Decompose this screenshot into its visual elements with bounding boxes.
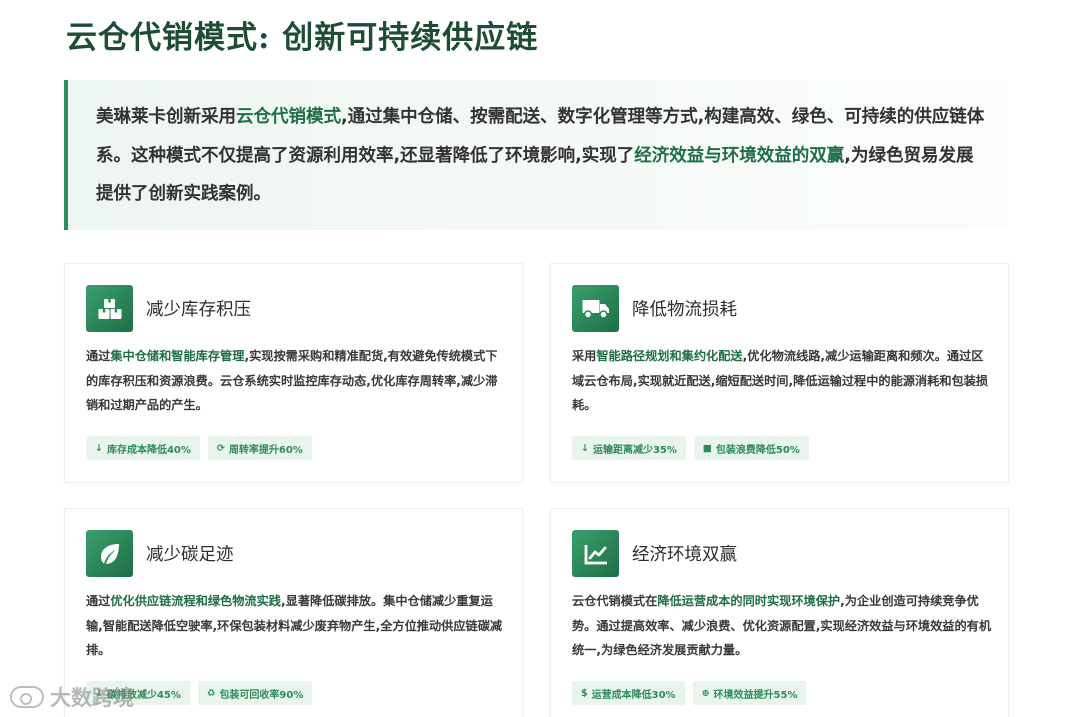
card-description: 云仓代销模式在降低运营成本的同时实现环境保护,为企业创造可持续竞争优势。通过提高…	[572, 589, 994, 663]
feature-card-logistics: 降低物流损耗 采用智能路径规划和集约化配送,优化物流线路,减少运输距离和频次。通…	[550, 263, 1009, 483]
card-description: 通过集中仓储和智能库存管理,实现按需采购和精准配货,有效避免传统模式下的库存积压…	[86, 344, 508, 418]
card-text: 通过	[86, 594, 111, 608]
page: 云仓代销模式: 创新可持续供应链 美琳莱卡创新采用云仓代销模式,通过集中仓储、按…	[0, 0, 1068, 717]
card-text: 云仓代销模式在	[572, 594, 658, 608]
card-text: 采用	[572, 349, 597, 363]
leaf-icon	[86, 530, 133, 577]
metric-tag: $ 运营成本降低30%	[572, 681, 685, 705]
box-icon: ■	[702, 442, 712, 454]
metric-tag: ⟳ 周转率提升60%	[207, 436, 312, 460]
page-title: 云仓代销模式: 创新可持续供应链	[66, 20, 539, 56]
chart-line-icon	[572, 530, 619, 577]
truck-icon	[572, 285, 619, 332]
card-tags: $ 运营成本降低30% ⊕ 环境效益提升55%	[572, 681, 807, 705]
metric-tag: ↓ 库存成本降低40%	[86, 436, 200, 460]
sync-icon: ⟳	[216, 442, 225, 454]
metric-tag-label: 包装浪费降低50%	[715, 444, 800, 456]
arrow-down-icon: ↓	[581, 442, 589, 454]
metric-tag: ⊕ 环境效益提升55%	[692, 681, 807, 705]
feature-card-inventory: 减少库存积压 通过集中仓储和智能库存管理,实现按需采购和精准配货,有效避免传统模…	[64, 263, 523, 483]
card-tags: ↓ 库存成本降低40% ⟳ 周转率提升60%	[86, 436, 312, 460]
dollar-icon: $	[581, 687, 588, 699]
card-highlight: 优化供应链流程和绿色物流实践	[110, 594, 281, 608]
card-title: 减少库存积压	[146, 300, 251, 320]
metric-tag-label: 周转率提升60%	[228, 444, 303, 456]
watermark-text: 大数跨境	[50, 686, 134, 710]
metric-tag-label: 运输距离减少35%	[592, 444, 677, 456]
metric-tag-label: 包装可回收率90%	[219, 689, 304, 701]
feature-card-win-win: 经济环境双赢 云仓代销模式在降低运营成本的同时实现环境保护,为企业创造可持续竞争…	[550, 508, 1009, 717]
metric-tag-label: 运营成本降低30%	[591, 689, 676, 701]
intro-text: 美琳莱卡创新采用	[96, 107, 236, 127]
metric-tag: ♻ 包装可回收率90%	[197, 681, 313, 705]
metric-tag: ↓ 运输距离减少35%	[572, 436, 686, 460]
card-highlight: 集中仓储和智能库存管理	[110, 349, 245, 363]
intro-highlight: 云仓代销模式	[236, 107, 341, 127]
metric-tag-label: 库存成本降低40%	[106, 444, 191, 456]
card-highlight: 降低运营成本的同时实现环境保护	[657, 594, 841, 608]
intro-highlight: 经济效益与环境效益的双赢	[634, 145, 845, 166]
card-tags: ↓ 运输距离减少35% ■ 包装浪费降低50%	[572, 436, 809, 460]
watermark-logo-icon	[10, 686, 44, 708]
card-description: 通过优化供应链流程和绿色物流实践,显著降低碳排放。集中仓储减少重复运输,智能配送…	[86, 589, 508, 663]
card-title: 减少碳足迹	[146, 545, 234, 565]
globe-icon: ⊕	[701, 687, 710, 699]
arrow-down-icon: ↓	[95, 442, 103, 454]
intro-block: 美琳莱卡创新采用云仓代销模式,通过集中仓储、按需配送、数字化管理等方式,构建高效…	[64, 80, 1008, 230]
metric-tag-label: 环境效益提升55%	[713, 689, 798, 701]
recycle-icon: ♻	[206, 687, 216, 699]
boxes-icon	[86, 285, 133, 332]
card-text: 通过	[86, 349, 111, 363]
card-highlight: 智能路径规划和集约化配送	[596, 349, 743, 363]
card-title: 经济环境双赢	[632, 545, 737, 565]
watermark: 大数跨境	[10, 682, 134, 712]
card-description: 采用智能路径规划和集约化配送,优化物流线路,减少运输距离和频次。通过区域云仓布局…	[572, 344, 994, 418]
metric-tag: ■ 包装浪费降低50%	[693, 436, 809, 460]
card-title: 降低物流损耗	[632, 300, 737, 320]
